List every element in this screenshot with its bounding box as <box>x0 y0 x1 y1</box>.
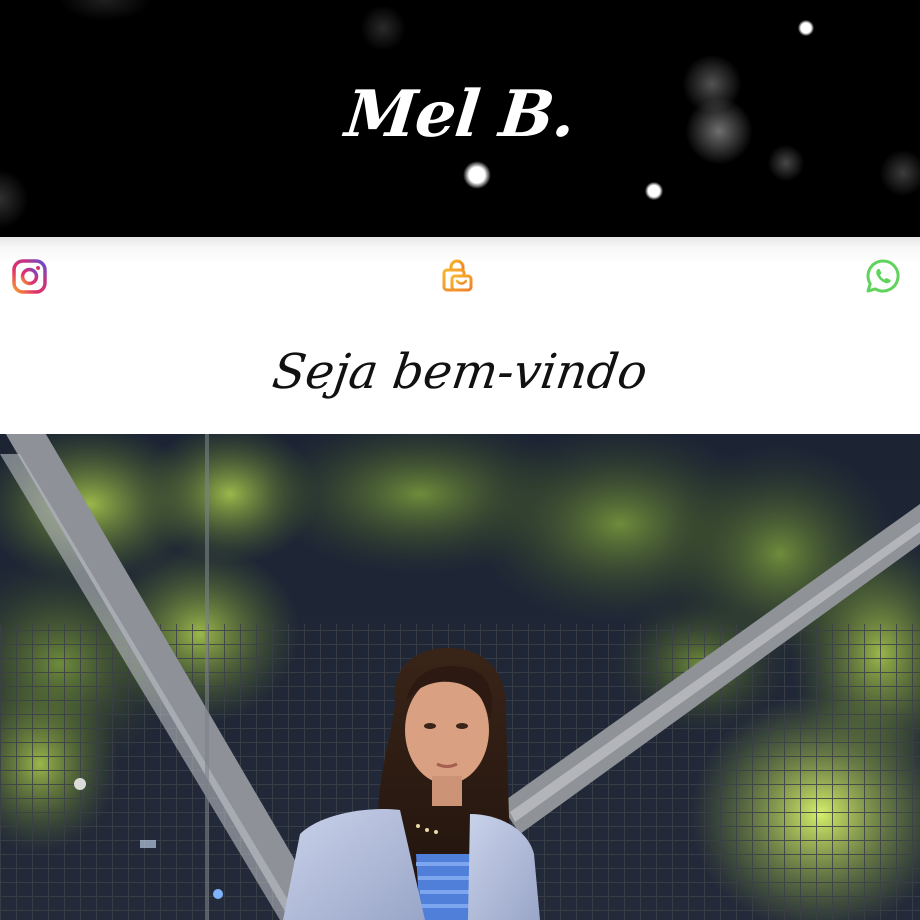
portrait-photo-image <box>0 434 920 920</box>
social-icon-bar <box>0 237 920 317</box>
shopping-bag-icon <box>442 259 473 292</box>
instagram-icon <box>12 259 47 294</box>
sparkle <box>463 161 491 189</box>
welcome-heading: Seja bem-vindo <box>269 344 651 400</box>
bokeh-light <box>0 170 28 228</box>
bokeh-light <box>60 0 150 20</box>
brand-logo: Mel B. <box>341 77 579 152</box>
portrait-photo <box>0 434 920 920</box>
sparkle <box>645 182 663 200</box>
sparkle <box>798 20 814 36</box>
whatsapp-link[interactable] <box>865 258 901 294</box>
instagram-link[interactable] <box>12 259 47 294</box>
bokeh-light <box>360 5 406 51</box>
whatsapp-icon <box>866 259 900 293</box>
hero-header: Mel B. <box>0 0 920 237</box>
shop-link[interactable] <box>440 259 474 293</box>
